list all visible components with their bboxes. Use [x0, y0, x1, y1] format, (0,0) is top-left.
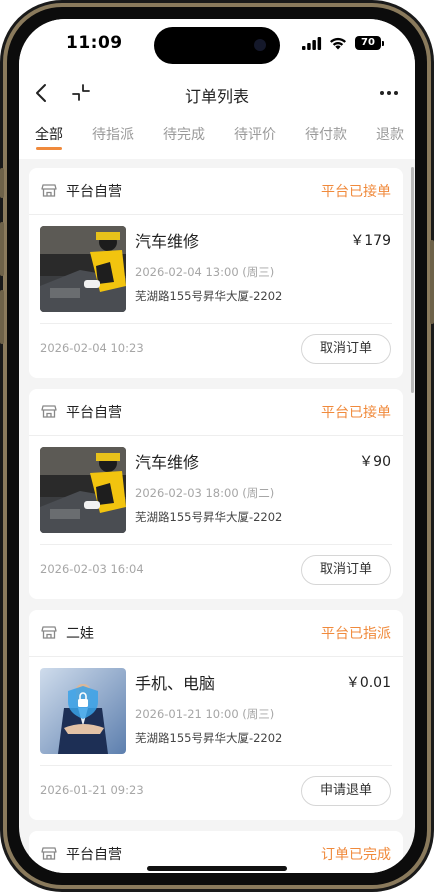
- tab-pending-complete[interactable]: 待完成: [163, 124, 205, 144]
- battery-indicator: 70: [355, 36, 381, 50]
- order-status: 订单已完成: [321, 847, 391, 863]
- order-status-tabs: 全部 待指派 待完成 待评价 待付款 退款: [19, 115, 415, 159]
- store-name: 二娃: [66, 626, 94, 642]
- order-created-time: 2026-01-21 09:23: [40, 783, 144, 797]
- order-created-time: 2026-02-04 10:23: [40, 341, 144, 355]
- volume-down-button: [0, 290, 4, 344]
- dynamic-island: [154, 27, 280, 64]
- more-icon[interactable]: [377, 81, 401, 105]
- tab-all[interactable]: 全部: [35, 124, 63, 144]
- tab-pending-assign[interactable]: 待指派: [92, 124, 134, 144]
- battery-tip: [382, 41, 384, 46]
- camera-icon: [254, 39, 266, 51]
- store-icon: [41, 626, 57, 639]
- order-card-header: 平台自营 平台已接单: [29, 168, 403, 214]
- status-bar: 11:09 70: [19, 19, 415, 71]
- order-created-time: 2026-02-03 16:04: [40, 562, 144, 576]
- nav-bar: 订单列表: [19, 71, 415, 115]
- order-status: 平台已指派: [321, 626, 391, 642]
- car-repair-photo-icon: [40, 447, 126, 533]
- cellular-signal-icon: [302, 37, 322, 50]
- divider: [29, 214, 403, 215]
- mute-switch: [0, 168, 4, 198]
- store-name: 平台自营: [66, 184, 122, 200]
- divider: [29, 656, 403, 657]
- tab-pending-review[interactable]: 待评价: [234, 124, 276, 144]
- order-card-header: 二娃 平台已指派: [29, 610, 403, 656]
- status-time: 11:09: [66, 33, 123, 53]
- service-name: 汽车维修: [135, 232, 200, 251]
- service-image: [40, 668, 126, 754]
- volume-up-button: [0, 222, 4, 276]
- service-name: 汽车维修: [135, 453, 200, 472]
- order-status: 平台已接单: [321, 405, 391, 421]
- tab-pending-payment[interactable]: 待付款: [305, 124, 347, 144]
- store-name: 平台自营: [66, 847, 122, 863]
- app-screen: 11:09 70 订单列表 全部 待指派 待完成 待评价 待付款 退款 平台自营…: [19, 19, 415, 873]
- order-status: 平台已接单: [321, 184, 391, 200]
- order-price: ￥0.01: [345, 675, 391, 691]
- request-refund-button[interactable]: 申请退单: [301, 776, 391, 806]
- order-price: ￥179: [350, 233, 391, 249]
- divider: [40, 323, 392, 324]
- store-icon: [41, 405, 57, 418]
- wifi-icon: [330, 37, 346, 50]
- active-tab-indicator: [36, 147, 62, 150]
- divider: [40, 765, 392, 766]
- security-shield-photo-icon: [40, 668, 126, 754]
- service-image: [40, 447, 126, 533]
- service-address: 芜湖路155号昇华大厦-2202: [135, 731, 283, 745]
- page-title: 订单列表: [184, 87, 249, 106]
- service-address: 芜湖路155号昇华大厦-2202: [135, 510, 283, 524]
- service-name: 手机、电脑: [135, 674, 216, 693]
- home-indicator[interactable]: [147, 866, 287, 871]
- store-icon: [41, 847, 57, 860]
- order-list: 平台自营 平台已接单 汽车维修 ￥179 2026-02-04 13:00 (周…: [19, 159, 415, 873]
- service-image: [40, 226, 126, 312]
- divider: [29, 435, 403, 436]
- scrollbar[interactable]: [411, 167, 414, 393]
- appointment-time: 2026-02-03 18:00 (周二): [135, 486, 275, 500]
- tab-refund[interactable]: 退款: [376, 124, 404, 144]
- cancel-order-button[interactable]: 取消订单: [301, 334, 391, 364]
- store-name: 平台自营: [66, 405, 122, 421]
- order-card[interactable]: 平台自营 平台已接单 汽车维修 ￥179 2026-02-04 13:00 (周…: [29, 168, 403, 378]
- order-card-header: 平台自营 平台已接单: [29, 389, 403, 435]
- appointment-time: 2026-01-21 10:00 (周三): [135, 707, 275, 721]
- car-repair-photo-icon: [40, 226, 126, 312]
- appointment-time: 2026-02-04 13:00 (周三): [135, 265, 275, 279]
- order-card[interactable]: 二娃 平台已指派 手机、电脑 ￥0.01 2026-01-21 10:00 (周…: [29, 610, 403, 820]
- store-icon: [41, 184, 57, 197]
- divider: [40, 544, 392, 545]
- power-button: [430, 240, 434, 324]
- order-card[interactable]: 平台自营 平台已接单 汽车维修 ￥90 2026-02-03 18:00 (周二…: [29, 389, 403, 599]
- cancel-order-button[interactable]: 取消订单: [301, 555, 391, 585]
- order-price: ￥90: [359, 454, 391, 470]
- service-address: 芜湖路155号昇华大厦-2202: [135, 289, 283, 303]
